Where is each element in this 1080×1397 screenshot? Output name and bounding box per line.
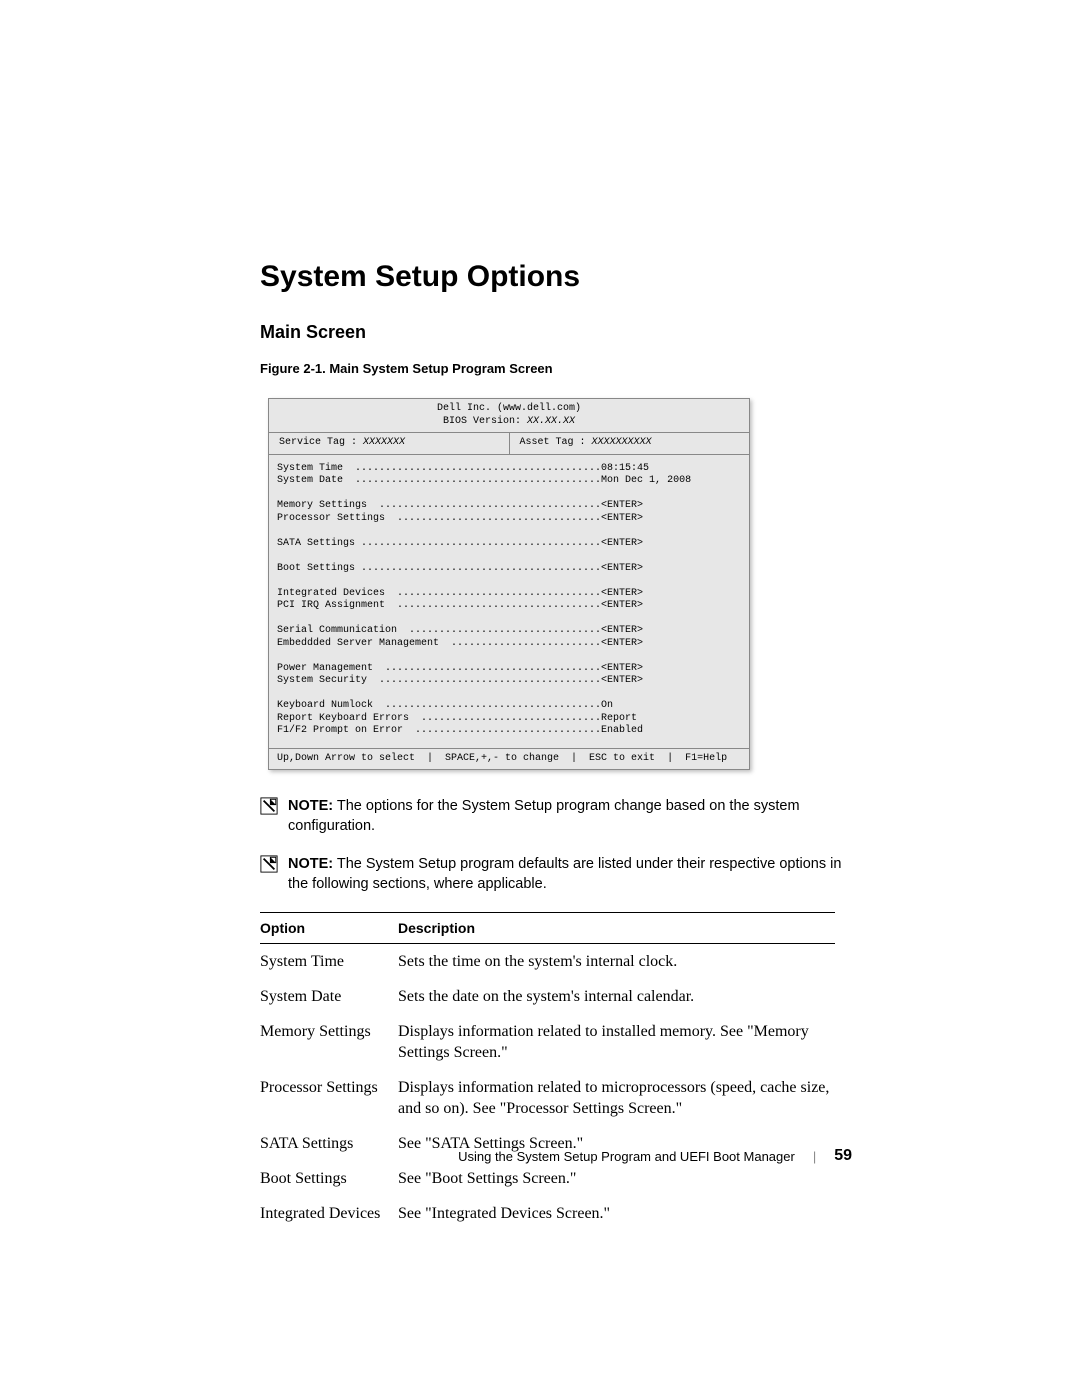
bios-header: Dell Inc. (www.dell.com) BIOS Version: X…	[269, 399, 749, 433]
option-name: Memory Settings	[260, 1021, 398, 1042]
bios-tag-row: Service Tag : XXXXXXX Asset Tag : XXXXXX…	[269, 433, 749, 455]
table-row: System DateSets the date on the system's…	[260, 979, 835, 1014]
bios-header-line2-prefix: BIOS Version:	[443, 416, 527, 427]
table-row: Processor SettingsDisplays information r…	[260, 1070, 835, 1126]
bios-service-tag-cell: Service Tag : XXXXXXX	[269, 433, 509, 454]
note-1: NOTE: The options for the System Setup p…	[260, 796, 855, 836]
options-table-body: System TimeSets the time on the system's…	[260, 944, 835, 1231]
options-table: Option Description System TimeSets the t…	[260, 912, 835, 1231]
bios-asset-tag-cell: Asset Tag : XXXXXXXXXX	[509, 433, 750, 454]
figure-caption: Figure 2-1. Main System Setup Program Sc…	[260, 361, 855, 376]
option-description: Displays information related to installe…	[398, 1021, 835, 1063]
option-description: See "Boot Settings Screen."	[398, 1168, 835, 1189]
table-row: Boot SettingsSee "Boot Settings Screen."	[260, 1161, 835, 1196]
table-row: System TimeSets the time on the system's…	[260, 944, 835, 979]
document-page: System Setup Options Main Screen Figure …	[0, 0, 1080, 1397]
note-icon	[260, 855, 278, 873]
bios-header-version: XX.XX.XX	[527, 416, 575, 427]
option-description: Sets the time on the system's internal c…	[398, 951, 835, 972]
bios-service-tag-label: Service Tag :	[279, 437, 363, 448]
note-icon	[260, 797, 278, 815]
note-2-text: NOTE: The System Setup program defaults …	[288, 854, 855, 894]
bios-asset-tag-label: Asset Tag :	[520, 437, 592, 448]
options-table-head-description: Description	[398, 920, 835, 936]
note-2: NOTE: The System Setup program defaults …	[260, 854, 855, 894]
subsection-title: Main Screen	[260, 322, 855, 343]
note-label: NOTE:	[288, 798, 333, 814]
option-description: See "Integrated Devices Screen."	[398, 1203, 835, 1224]
bios-key-hints: Up,Down Arrow to select | SPACE,+,- to c…	[269, 749, 749, 770]
option-name: Boot Settings	[260, 1168, 398, 1189]
bios-header-line1: Dell Inc. (www.dell.com)	[437, 403, 581, 414]
bios-asset-tag-value: XXXXXXXXXX	[592, 437, 652, 448]
note-1-body: The options for the System Setup program…	[288, 798, 800, 834]
table-row: Memory SettingsDisplays information rela…	[260, 1014, 835, 1070]
bios-screenshot: Dell Inc. (www.dell.com) BIOS Version: X…	[268, 398, 750, 770]
option-name: System Date	[260, 986, 398, 1007]
footer-text: Using the System Setup Program and UEFI …	[458, 1149, 795, 1164]
page-footer: Using the System Setup Program and UEFI …	[458, 1147, 852, 1165]
option-name: Integrated Devices	[260, 1203, 398, 1224]
options-table-head-option: Option	[260, 920, 398, 936]
bios-service-tag-value: XXXXXXX	[363, 437, 405, 448]
option-description: Displays information related to micropro…	[398, 1077, 835, 1119]
options-table-head: Option Description	[260, 912, 835, 944]
table-row: Integrated DevicesSee "Integrated Device…	[260, 1196, 835, 1231]
option-name: System Time	[260, 951, 398, 972]
bios-body: System Time ............................…	[269, 455, 749, 749]
footer-separator: |	[813, 1149, 816, 1164]
option-description: Sets the date on the system's internal c…	[398, 986, 835, 1007]
footer-page-number: 59	[834, 1147, 852, 1165]
note-label: NOTE:	[288, 856, 333, 872]
notes-block: NOTE: The options for the System Setup p…	[260, 796, 855, 894]
option-name: SATA Settings	[260, 1133, 398, 1154]
option-name: Processor Settings	[260, 1077, 398, 1098]
note-1-text: NOTE: The options for the System Setup p…	[288, 796, 855, 836]
note-2-body: The System Setup program defaults are li…	[288, 856, 841, 892]
section-title: System Setup Options	[260, 260, 855, 294]
